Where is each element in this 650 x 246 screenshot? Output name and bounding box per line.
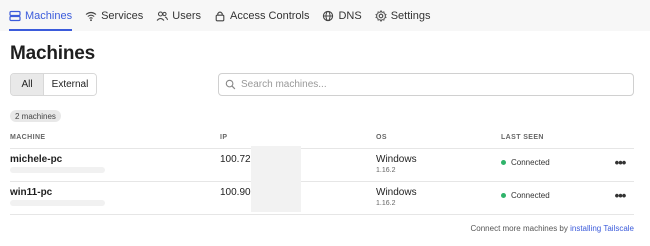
nav-item-access-controls[interactable]: Access Controls	[214, 0, 309, 31]
status-label: Connected	[511, 191, 550, 200]
globe-icon	[323, 10, 334, 21]
table-row[interactable]: michele-pc 100.72. Windows 1.16.2 Connec…	[0, 146, 650, 181]
page-title: Machines	[10, 43, 95, 64]
nav-item-users[interactable]: Users	[156, 0, 201, 31]
nav-item-label: Users	[172, 9, 201, 22]
ip-redaction	[251, 179, 301, 212]
nav-item-label: DNS	[338, 9, 362, 22]
machine-ip: 100.72.	[220, 154, 254, 165]
row-menu-button[interactable]: •••	[610, 155, 630, 170]
column-header-last-seen: LAST SEEN	[501, 134, 544, 141]
connected-dot-icon	[501, 160, 506, 165]
machine-filter: All External	[10, 73, 97, 96]
machine-os: Windows	[376, 187, 417, 198]
machine-os: Windows	[376, 154, 417, 165]
row-divider	[10, 214, 634, 215]
footer-text: Connect more machines by	[470, 224, 571, 233]
filter-external-button[interactable]: External	[44, 74, 96, 95]
users-icon	[156, 10, 169, 21]
machine-count-badge: 2 machines	[10, 110, 61, 122]
column-header-ip: IP	[220, 134, 228, 141]
machine-name[interactable]: michele-pc	[10, 154, 62, 165]
table-row[interactable]: win11-pc 100.90. Windows 1.16.2 Connecte…	[0, 179, 650, 214]
machines-icon	[9, 10, 21, 21]
nav-item-dns[interactable]: DNS	[322, 0, 362, 31]
machine-ip: 100.90.	[220, 187, 254, 198]
column-header-os: OS	[376, 134, 387, 141]
install-tailscale-link[interactable]: installing Tailscale	[570, 224, 634, 233]
wifi-icon	[85, 11, 97, 21]
lock-icon	[215, 11, 225, 21]
machine-subtext-redacted	[10, 200, 105, 206]
nav-item-label: Settings	[390, 9, 431, 22]
status-badge: Connected	[501, 191, 550, 200]
ip-redaction	[251, 146, 301, 179]
row-menu-button[interactable]: •••	[610, 188, 630, 203]
nav-item-services[interactable]: Services	[85, 0, 143, 31]
top-nav: Machines Services Users Access Controls …	[0, 0, 650, 31]
search-icon	[225, 79, 236, 90]
machine-os-version: 1.16.2	[376, 167, 396, 174]
column-header-machine: MACHINE	[10, 134, 46, 141]
nav-item-label: Access Controls	[230, 9, 310, 22]
filter-all-button[interactable]: All	[11, 74, 44, 95]
search-box	[218, 73, 634, 96]
machine-os-version: 1.16.2	[376, 200, 396, 207]
status-label: Connected	[511, 158, 550, 167]
nav-item-machines[interactable]: Machines	[9, 0, 73, 31]
gear-icon	[375, 9, 387, 22]
machine-name[interactable]: win11-pc	[10, 187, 52, 198]
footer-note: Connect more machines by installing Tail…	[471, 224, 635, 233]
nav-item-label: Machines	[25, 9, 73, 22]
nav-item-settings[interactable]: Settings	[375, 0, 431, 31]
connected-dot-icon	[501, 193, 506, 198]
search-input[interactable]	[241, 79, 621, 90]
nav-item-label: Services	[101, 9, 144, 22]
status-badge: Connected	[501, 158, 550, 167]
machine-subtext-redacted	[10, 167, 105, 173]
